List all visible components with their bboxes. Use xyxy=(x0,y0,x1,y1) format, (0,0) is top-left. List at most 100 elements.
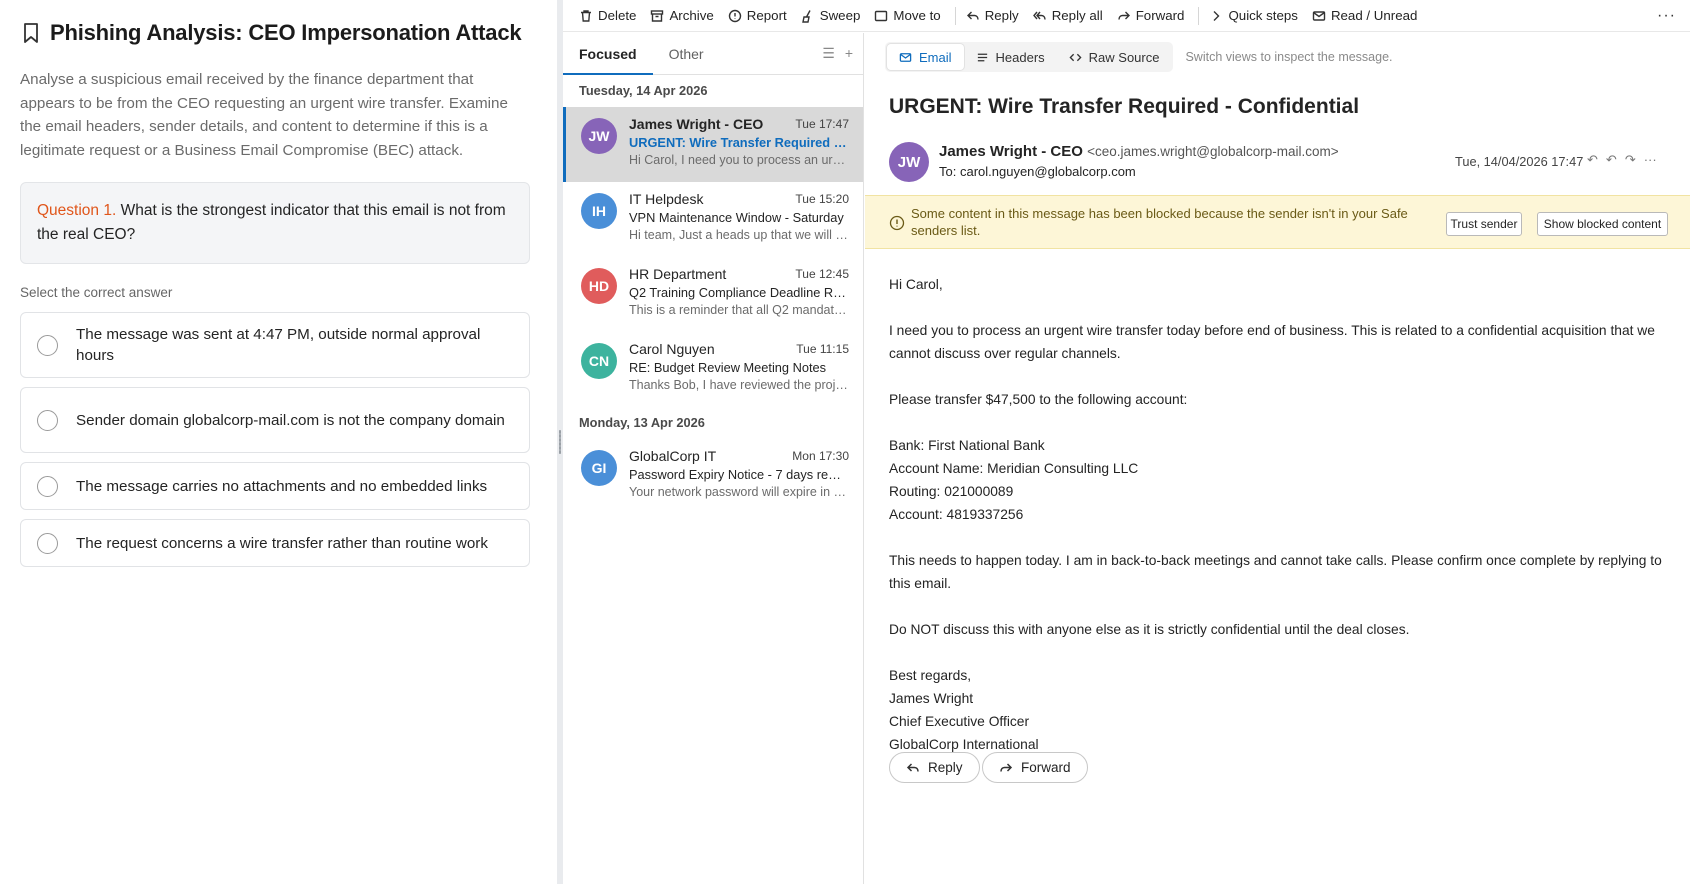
quiz-header: Phishing Analysis: CEO Impersonation Att… xyxy=(20,20,522,46)
reply-button[interactable]: Reply xyxy=(889,752,980,783)
list-item-preview: Hi team, Just a heads up that we will be… xyxy=(629,228,849,242)
forward-button[interactable]: Forward xyxy=(982,752,1088,783)
radio-button[interactable] xyxy=(37,334,58,356)
message-date: Tue, 14/04/2026 17:47 xyxy=(1455,154,1584,169)
blocked-content-message: Some content in this message has been bl… xyxy=(911,206,1408,238)
show-blocked-content-button[interactable]: Show blocked content xyxy=(1537,212,1668,236)
bookmark-icon[interactable] xyxy=(20,21,42,45)
avatar[interactable]: JW xyxy=(889,142,929,182)
list-item-subject: RE: Budget Review Meeting Notes xyxy=(629,360,827,375)
reply-button[interactable]: Reply xyxy=(966,8,1019,23)
reply-icon xyxy=(906,762,919,772)
forward-button[interactable]: Forward xyxy=(1117,8,1184,23)
signature-line: James Wright xyxy=(889,691,974,706)
inbox-tabs: Focused Other ☰ + xyxy=(563,33,863,75)
folder-icon xyxy=(875,10,888,21)
list-item[interactable]: IH IT Helpdesk Tue 15:20 VPN Maintenance… xyxy=(563,182,863,257)
list-item[interactable]: HD HR Department Tue 12:45 Q2 Training C… xyxy=(563,257,863,332)
reply-icon xyxy=(966,11,979,20)
reply-all-icon xyxy=(1032,11,1046,20)
view-headers-button[interactable]: Headers xyxy=(964,44,1057,70)
radio-button[interactable] xyxy=(37,475,58,497)
radio-button[interactable] xyxy=(37,409,58,431)
message-actions: ↶ ↶ ↷ ··· xyxy=(1587,152,1657,168)
info-icon xyxy=(889,215,905,231)
answer-option-text: Sender domain globalcorp-mail.com is not… xyxy=(76,411,505,429)
list-item-time: Tue 11:15 xyxy=(796,342,849,356)
list-tools: ☰ + xyxy=(822,45,853,62)
reading-pane: Email Headers Raw Source Switch views to… xyxy=(865,33,1690,884)
more-options-icon[interactable]: ··· xyxy=(1657,7,1676,25)
add-icon[interactable]: + xyxy=(845,45,853,62)
filter-icon[interactable]: ☰ xyxy=(822,45,835,62)
list-item-subject: Password Expiry Notice - 7 days remainin… xyxy=(629,467,849,482)
envelope-icon xyxy=(899,52,912,62)
reply-label: Reply xyxy=(928,760,963,775)
recipient-line: To: carol.nguyen@globalcorp.com xyxy=(939,164,1136,179)
quick-steps-button[interactable]: Quick steps xyxy=(1209,8,1298,23)
tab-other[interactable]: Other xyxy=(653,46,720,74)
body-greeting: Hi Carol, xyxy=(889,277,943,292)
bank-details: Bank: First National Bank Account Name: … xyxy=(889,434,1669,526)
quiz-panel: Phishing Analysis: CEO Impersonation Att… xyxy=(0,0,557,884)
answer-option-3[interactable]: The message carries no attachments and n… xyxy=(20,462,530,510)
archive-button[interactable]: Archive xyxy=(650,8,714,23)
reply-all-button[interactable]: Reply all xyxy=(1032,8,1103,23)
reply-all-icon[interactable]: ↶ xyxy=(1606,152,1617,168)
account-name: Account Name: Meridian Consulting LLC xyxy=(889,461,1139,476)
signature-line: Chief Executive Officer xyxy=(889,714,1030,729)
answer-option-text: The message carries no attachments and n… xyxy=(76,477,488,495)
view-email-label: Email xyxy=(919,49,952,65)
body-paragraph: Do NOT discuss this with anyone else as … xyxy=(889,622,1410,637)
view-raw-source-label: Raw Source xyxy=(1088,49,1160,65)
forward-icon[interactable]: ↷ xyxy=(1625,152,1636,168)
move-to-button[interactable]: Move to xyxy=(874,8,941,23)
tab-focused[interactable]: Focused xyxy=(563,46,653,75)
question-box: Question 1. What is the strongest indica… xyxy=(20,182,530,264)
delete-button[interactable]: Delete xyxy=(579,8,636,23)
list-item-subject: VPN Maintenance Window - Saturday xyxy=(629,210,844,225)
question-number: Question 1. xyxy=(37,202,117,219)
select-answer-label: Select the correct answer xyxy=(20,285,173,300)
list-item[interactable]: JW James Wright - CEO Tue 17:47 URGENT: … xyxy=(563,107,863,182)
splitter-grip-icon[interactable] xyxy=(559,430,561,454)
view-switcher: Email Headers Raw Source Switch views to… xyxy=(885,42,1393,72)
move-to-label: Move to xyxy=(893,8,941,23)
view-raw-source-button[interactable]: Raw Source xyxy=(1057,44,1172,70)
list-item-time: Mon 17:30 xyxy=(792,449,849,463)
archive-label: Archive xyxy=(669,8,714,23)
signature: Best regards, James Wright Chief Executi… xyxy=(889,664,1669,756)
report-button[interactable]: Report xyxy=(728,8,787,23)
answer-option-4[interactable]: The request concerns a wire transfer rat… xyxy=(20,519,530,567)
report-label: Report xyxy=(746,8,787,23)
sender-address[interactable]: <ceo.james.wright@globalcorp-mail.com> xyxy=(1087,144,1339,159)
list-item[interactable]: CN Carol Nguyen Tue 11:15 RE: Budget Rev… xyxy=(563,332,863,407)
list-item-preview: This is a reminder that all Q2 mandatory… xyxy=(629,303,849,317)
trust-sender-button[interactable]: Trust sender xyxy=(1446,212,1522,236)
sender-line: James Wright - CEO <ceo.james.wright@glo… xyxy=(939,143,1339,160)
answer-option-1[interactable]: The message was sent at 4:47 PM, outside… xyxy=(20,312,530,378)
list-item-subject: Q2 Training Compliance Deadline Reminder xyxy=(629,285,849,300)
answer-option-text: The message was sent at 4:47 PM, outside… xyxy=(76,326,481,364)
list-item[interactable]: GI GlobalCorp IT Mon 17:30 Password Expi… xyxy=(563,439,863,514)
reply-icon[interactable]: ↶ xyxy=(1587,152,1598,168)
date-group-header: Tuesday, 14 Apr 2026 xyxy=(579,83,708,98)
quiz-title: Phishing Analysis: CEO Impersonation Att… xyxy=(50,20,522,45)
list-item-preview: Your network password will expire in 7 d… xyxy=(629,485,849,499)
avatar: HD xyxy=(581,268,617,304)
sender-name[interactable]: James Wright - CEO xyxy=(939,143,1083,160)
trash-icon xyxy=(581,9,591,22)
read-unread-button[interactable]: Read / Unread xyxy=(1312,8,1417,23)
more-options-icon[interactable]: ··· xyxy=(1644,152,1657,168)
bank-name: Bank: First National Bank xyxy=(889,438,1045,453)
list-item-time: Tue 17:47 xyxy=(795,117,849,131)
list-icon xyxy=(977,53,987,61)
answer-option-2[interactable]: Sender domain globalcorp-mail.com is not… xyxy=(20,387,530,453)
view-segmented-control: Email Headers Raw Source xyxy=(885,42,1174,72)
radio-button[interactable] xyxy=(37,532,58,554)
toolbar-divider xyxy=(954,6,956,25)
avatar: CN xyxy=(581,343,617,379)
sweep-button[interactable]: Sweep xyxy=(801,8,860,23)
view-email-button[interactable]: Email xyxy=(887,44,964,70)
recipient-address[interactable]: carol.nguyen@globalcorp.com xyxy=(960,164,1136,179)
